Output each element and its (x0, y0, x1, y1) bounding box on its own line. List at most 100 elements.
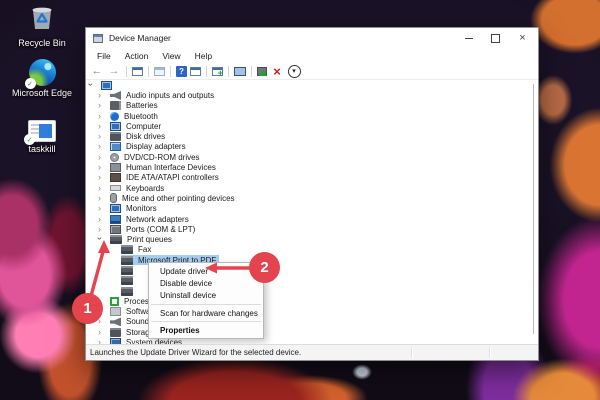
chevron-collapsed-icon[interactable] (98, 194, 110, 203)
context-menu-separator (151, 304, 261, 305)
vertical-scrollbar[interactable] (533, 84, 534, 334)
tree-item-bluetooth[interactable]: Bluetooth (86, 111, 538, 121)
chevron-collapsed-icon[interactable] (98, 173, 110, 182)
chevron-collapsed-icon[interactable] (98, 204, 110, 213)
device-manager-icon (93, 34, 103, 43)
check-badge-icon (25, 78, 36, 89)
tree-item-label: Human Interface Devices (125, 163, 216, 172)
menu-action[interactable]: Action (118, 49, 156, 63)
chevron-collapsed-icon[interactable] (98, 91, 110, 100)
tree-item-keyboards[interactable]: Keyboards (86, 183, 538, 193)
ide-icon (110, 173, 121, 182)
chevron-collapsed-icon[interactable] (98, 122, 110, 131)
tree-item-computer[interactable]: Computer (86, 121, 538, 131)
menu-item-update-driver[interactable]: Update driver (149, 265, 263, 277)
uninstall-device-icon[interactable] (270, 65, 284, 78)
chevron-collapsed-icon[interactable] (98, 112, 110, 121)
tree-item-label: Computer (125, 122, 161, 131)
tree-item-ports-com-lpt[interactable]: Ports (COM & LPT) (86, 224, 538, 234)
printer-icon (121, 256, 133, 265)
tree-item-audio-inputs-and-outputs[interactable]: Audio inputs and outputs (86, 90, 538, 100)
chevron-collapsed-icon[interactable] (98, 153, 110, 162)
chevron-collapsed-icon[interactable] (98, 328, 110, 337)
battery-icon (110, 101, 121, 110)
device-manager-window: Device Manager FileActionViewHelp Audio … (85, 27, 539, 361)
keyboard-icon (110, 185, 121, 191)
tree-item-display-adapters[interactable]: Display adapters (86, 142, 538, 152)
menu-file[interactable]: File (90, 49, 118, 63)
tree-item-label: Mice and other pointing devices (121, 194, 235, 203)
menu-view[interactable]: View (155, 49, 187, 63)
chevron-collapsed-icon[interactable] (98, 184, 110, 193)
chevron-expanded-icon[interactable] (98, 235, 110, 244)
chevron-collapsed-icon[interactable] (98, 215, 110, 224)
recycle-bin-icon (29, 3, 55, 31)
tree-item-ide-ata-atapi-controllers[interactable]: IDE ATA/ATAPI controllers (86, 173, 538, 183)
console-window-icon[interactable] (190, 67, 201, 76)
window-title: Device Manager (109, 33, 171, 43)
minimize-button[interactable] (455, 28, 482, 48)
close-button[interactable] (509, 28, 536, 48)
chevron-collapsed-icon[interactable] (98, 101, 110, 110)
toolbar-separator (148, 66, 149, 77)
status-bar: Launches the Update Driver Wizard for th… (86, 344, 538, 360)
chevron-collapsed-icon[interactable] (98, 163, 110, 172)
network-icon (110, 215, 121, 224)
desktop-icon-microsoft-edge[interactable]: Microsoft Edge (10, 59, 74, 98)
tree-item[interactable] (86, 80, 538, 90)
chevron-collapsed-icon[interactable] (98, 225, 110, 234)
tree-item-batteries[interactable]: Batteries (86, 101, 538, 111)
chevron-expanded-icon[interactable] (89, 81, 101, 90)
toolbar-separator (251, 66, 252, 77)
tree-item-fax[interactable]: Fax (86, 245, 538, 255)
tree-item-label: Ports (COM & LPT) (125, 225, 195, 234)
chevron-collapsed-icon[interactable] (98, 142, 110, 151)
annotation-step-2: 2 (249, 252, 280, 283)
title-bar[interactable]: Device Manager (86, 28, 538, 48)
tree-item-disk-drives[interactable]: Disk drives (86, 131, 538, 141)
help-icon[interactable] (176, 66, 187, 77)
menu-item-scan-for-hardware-changes[interactable]: Scan for hardware changes (149, 307, 263, 319)
update-driver-software-icon[interactable] (212, 67, 223, 76)
chevron-collapsed-icon[interactable] (98, 317, 110, 326)
tree-item-label: Bluetooth (123, 112, 158, 121)
tree-item-dvd-cd-rom-drives[interactable]: DVD/CD-ROM drives (86, 152, 538, 162)
tree-item-label: Audio inputs and outputs (125, 91, 214, 100)
tree-item-label: Display adapters (125, 142, 186, 151)
show-console-tree-icon[interactable] (132, 67, 143, 76)
desktop-icon-label: Microsoft Edge (12, 88, 72, 98)
window-controls (455, 28, 536, 48)
monitor-icon (110, 204, 121, 213)
chevron-collapsed-icon[interactable] (98, 132, 110, 141)
forward-icon[interactable] (107, 65, 121, 78)
tree-item-network-adapters[interactable]: Network adapters (86, 214, 538, 224)
desktop-wallpaper: Recycle Bin Microsoft Edge taskkill Devi… (0, 0, 600, 400)
desktop-icon-taskkill[interactable]: taskkill (10, 120, 74, 154)
menu-help[interactable]: Help (188, 49, 219, 63)
tree-item-print-queues[interactable]: Print queues (86, 234, 538, 244)
tree-item-monitors[interactable]: Monitors (86, 204, 538, 214)
menu-bar: FileActionViewHelp (86, 48, 538, 63)
menu-item-properties[interactable]: Properties (149, 324, 263, 336)
tree-item-human-interface-devices[interactable]: Human Interface Devices (86, 162, 538, 172)
back-icon[interactable] (90, 65, 104, 78)
scan-hardware-changes-icon[interactable] (234, 67, 246, 76)
update-driver-icon[interactable] (257, 67, 267, 76)
menu-item-disable-device[interactable]: Disable device (149, 277, 263, 289)
storage-icon (110, 328, 121, 337)
menu-item-uninstall-device[interactable]: Uninstall device (149, 290, 263, 302)
tree-item-label: Batteries (125, 101, 158, 110)
computer-icon (101, 81, 112, 90)
desktop-icon-label: Recycle Bin (18, 38, 66, 48)
hid-icon (110, 163, 121, 172)
tree-item-label: IDE ATA/ATAPI controllers (125, 173, 219, 182)
properties-icon[interactable] (154, 67, 165, 76)
maximize-button[interactable] (482, 28, 509, 48)
bluetooth-icon (110, 112, 119, 121)
printer-icon (110, 235, 122, 244)
tree-item-mice-and-other-pointing-devices[interactable]: Mice and other pointing devices (86, 193, 538, 203)
disable-device-icon[interactable] (287, 65, 301, 78)
sound-icon (110, 317, 121, 326)
desktop-icon-recycle-bin[interactable]: Recycle Bin (10, 3, 74, 48)
display-icon (110, 142, 121, 151)
